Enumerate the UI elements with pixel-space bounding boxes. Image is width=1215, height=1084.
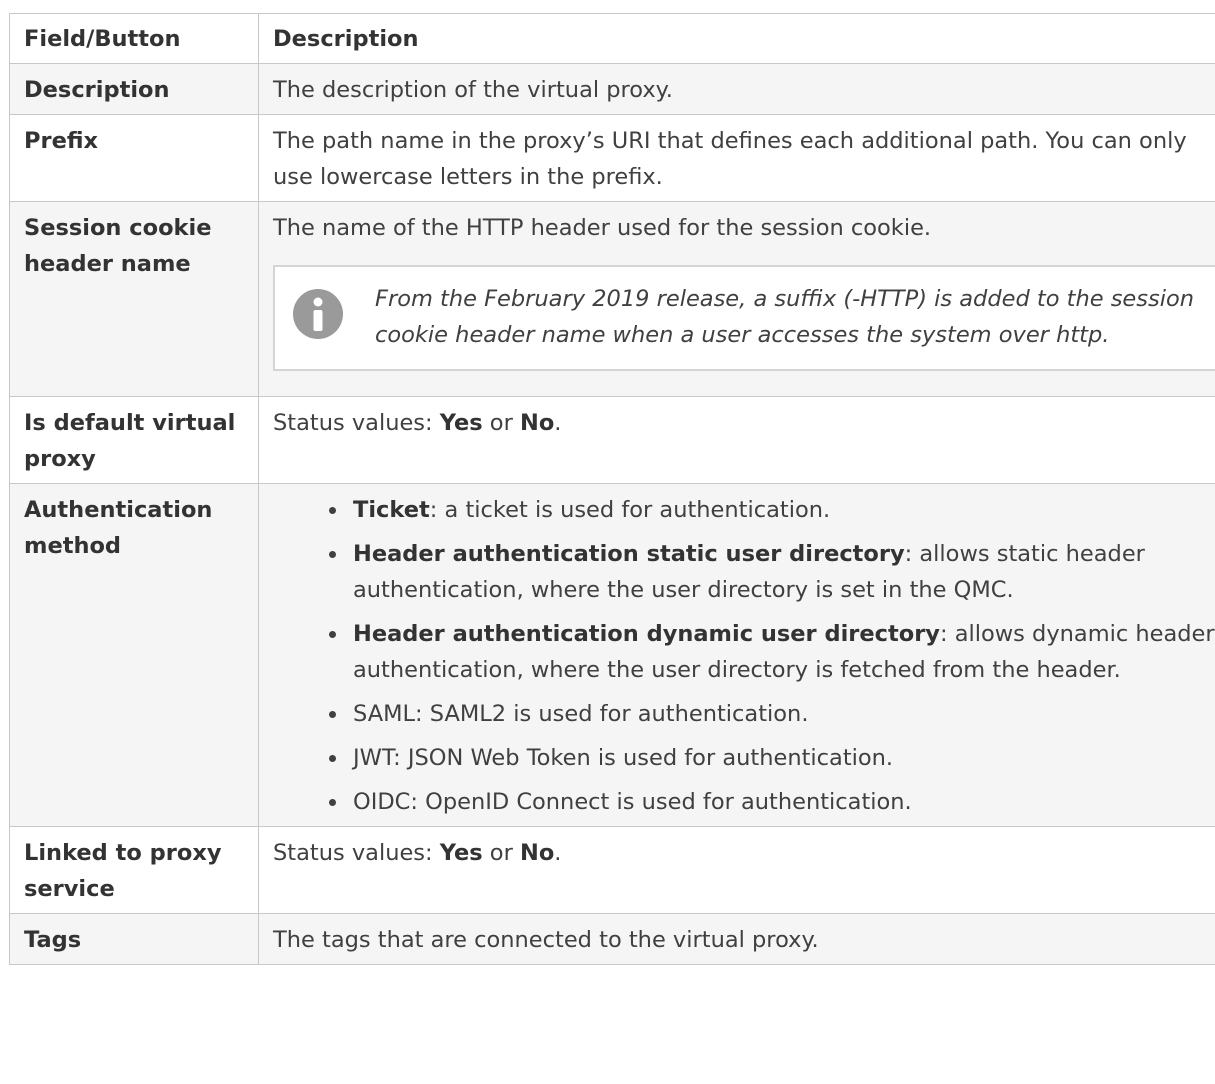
field-is-default: Is default virtual proxy [9,396,259,484]
virtual-proxy-fields-table: Field/Button Description Description The… [9,13,1215,965]
status-yes: Yes [439,410,483,436]
list-item-text: : a ticket is used for authentication. [429,497,831,523]
status-or: or [482,840,520,866]
clipped-heading-fragment [0,0,1215,6]
field-prefix: Prefix [9,114,259,202]
field-session-cookie: Session cookie header name [9,201,259,397]
list-item: OIDC: OpenID Connect is used for authent… [329,784,1215,820]
field-tags: Tags [9,913,259,965]
status-prefix: Status values: [273,410,440,436]
session-cookie-text: The name of the HTTP header used for the… [273,215,932,241]
list-item: SAML: SAML2 is used for authentication. [329,696,1215,732]
note-box: From the February 2019 release, a suffix… [273,265,1215,371]
field-linked: Linked to proxy service [9,826,259,914]
field-auth-method: Authentication method [9,483,259,827]
description-is-default: Status values: Yes or No. [258,396,1215,484]
description-description: The description of the virtual proxy. [258,63,1215,115]
info-icon [293,289,343,339]
description-prefix: The path name in the proxy’s URI that de… [258,114,1215,202]
list-item: JWT: JSON Web Token is used for authenti… [329,740,1215,776]
status-end: . [554,840,562,866]
status-end: . [554,410,562,436]
status-no: No [519,840,555,866]
header-description: Description [258,13,1215,64]
document-page: Field/Button Description Description The… [0,0,1215,1084]
list-item-term: Header authentication dynamic user direc… [353,621,940,647]
table-row: Linked to proxy service Status values: Y… [9,826,1215,914]
list-item-text: JWT: JSON Web Token is used for authenti… [353,745,894,771]
status-no: No [519,410,555,436]
list-item: Ticket: a ticket is used for authenticat… [329,492,1215,528]
table-row: Prefix The path name in the proxy’s URI … [9,114,1215,202]
status-or: or [482,410,520,436]
description-tags: The tags that are connected to the virtu… [258,913,1215,965]
note-text: From the February 2019 release, a suffix… [375,286,1194,348]
status-prefix: Status values: [273,840,440,866]
list-item: Header authentication static user direct… [329,536,1215,608]
list-item: Header authentication dynamic user direc… [329,616,1215,688]
status-yes: Yes [439,840,483,866]
description-auth-method: Ticket: a ticket is used for authenticat… [258,483,1215,827]
field-description: Description [9,63,259,115]
table-row: Description The description of the virtu… [9,63,1215,115]
list-item-text: SAML: SAML2 is used for authentication. [353,701,809,727]
description-linked: Status values: Yes or No. [258,826,1215,914]
description-session-cookie: The name of the HTTP header used for the… [258,201,1215,397]
table-row: Session cookie header name The name of t… [9,201,1215,397]
header-field-button: Field/Button [9,13,259,64]
table-row: Authentication method Ticket: a ticket i… [9,483,1215,827]
auth-method-list: Ticket: a ticket is used for authenticat… [273,492,1215,820]
list-item-text: OIDC: OpenID Connect is used for authent… [353,789,912,815]
table-row: Is default virtual proxy Status values: … [9,396,1215,484]
list-item-term: Ticket [353,497,430,523]
table-header-row: Field/Button Description [9,13,1215,64]
table-row: Tags The tags that are connected to the … [9,913,1215,965]
list-item-term: Header authentication static user direct… [353,541,905,567]
